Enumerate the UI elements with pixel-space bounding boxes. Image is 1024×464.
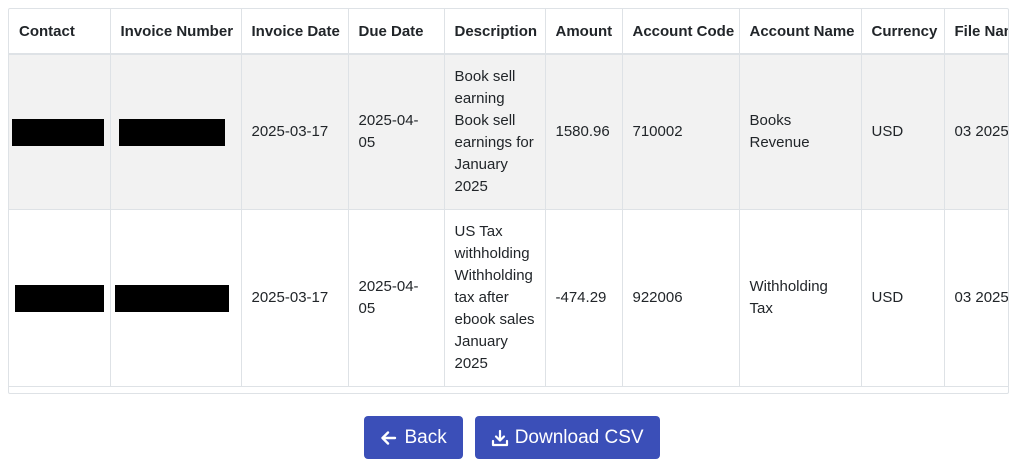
invoice-number-cell bbox=[110, 54, 242, 210]
amount-cell: -474.29 bbox=[545, 209, 623, 387]
account-code-cell: 710002 bbox=[622, 54, 740, 210]
download-icon bbox=[491, 429, 509, 447]
action-buttons: Back Download CSV bbox=[0, 416, 1024, 459]
invoice-table-card: Contact Invoice Number Invoice Date Due … bbox=[8, 8, 1009, 394]
file-name-cell: 03 2025.pdf bbox=[944, 54, 1008, 210]
file-name-cell: 03 2025.pdf bbox=[944, 209, 1008, 387]
due-date-cell: 2025-04-05 bbox=[348, 209, 445, 387]
column-header-description: Description bbox=[444, 9, 546, 55]
column-header-amount: Amount bbox=[545, 9, 623, 55]
invoice-table: Contact Invoice Number Invoice Date Due … bbox=[9, 9, 1008, 387]
back-button[interactable]: Back bbox=[364, 416, 463, 459]
amount-cell: 1580.96 bbox=[545, 54, 623, 210]
contact-cell bbox=[9, 54, 111, 210]
column-header-account-code: Account Code bbox=[622, 9, 740, 55]
contact-cell bbox=[9, 209, 111, 387]
redacted-contact bbox=[12, 118, 104, 146]
account-name-cell: Withholding Tax bbox=[739, 209, 862, 387]
column-header-due-date: Due Date bbox=[348, 9, 445, 55]
account-name-cell: Books Revenue bbox=[739, 54, 862, 210]
column-header-invoice-number: Invoice Number bbox=[110, 9, 242, 55]
account-code-cell: 922006 bbox=[622, 209, 740, 387]
description-cell: Book sell earning Book sell earnings for… bbox=[444, 54, 546, 210]
table-scroll-area[interactable]: Contact Invoice Number Invoice Date Due … bbox=[9, 9, 1008, 393]
column-header-invoice-date: Invoice Date bbox=[241, 9, 349, 55]
download-csv-button[interactable]: Download CSV bbox=[474, 416, 660, 459]
back-button-label: Back bbox=[404, 426, 447, 448]
invoice-date-cell: 2025-03-17 bbox=[241, 209, 349, 387]
redacted-invoice-number bbox=[114, 284, 229, 312]
description-cell: US Tax withholding Withholding tax after… bbox=[444, 209, 546, 387]
column-header-account-name: Account Name bbox=[739, 9, 862, 55]
column-header-currency: Currency bbox=[861, 9, 945, 55]
currency-cell: USD bbox=[861, 209, 945, 387]
column-header-contact: Contact bbox=[9, 9, 111, 55]
table-row: 2025-03-17 2025-04-05 Book sell earning … bbox=[9, 54, 1008, 210]
currency-cell: USD bbox=[861, 54, 945, 210]
invoice-number-cell bbox=[110, 209, 242, 387]
table-row: 2025-03-17 2025-04-05 US Tax withholding… bbox=[9, 209, 1008, 387]
column-header-file-name: File Name bbox=[944, 9, 1008, 55]
invoice-date-cell: 2025-03-17 bbox=[241, 54, 349, 210]
download-csv-label: Download CSV bbox=[514, 426, 644, 448]
redacted-invoice-number bbox=[118, 118, 225, 146]
table-header-row: Contact Invoice Number Invoice Date Due … bbox=[9, 9, 1008, 55]
arrow-left-icon bbox=[380, 429, 398, 447]
due-date-cell: 2025-04-05 bbox=[348, 54, 445, 210]
redacted-contact bbox=[15, 284, 104, 312]
